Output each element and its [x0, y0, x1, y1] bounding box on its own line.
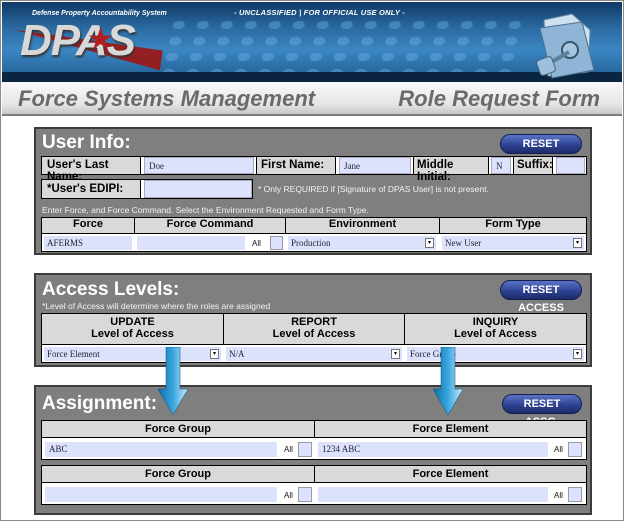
force-instructions: Enter Force, and Force Command. Select t…	[42, 205, 369, 215]
reset-info-button[interactable]: RESET INFO	[500, 134, 582, 168]
app-title: Force Systems Management	[18, 86, 316, 111]
star-icon: ★	[87, 23, 114, 56]
first-name-label-cell: First Name:	[256, 156, 336, 175]
force-element-all-label: All	[554, 491, 563, 500]
force-command-all-label: All	[252, 239, 261, 248]
force-element-header: Force Element	[314, 420, 587, 438]
last-name-field[interactable]: Doe	[144, 157, 254, 174]
dropdown-arrow-icon[interactable]: ▾	[425, 238, 434, 248]
force-element-field[interactable]	[318, 487, 548, 502]
force-element-header: Force Element	[314, 465, 587, 483]
form-title: Role Request Form	[398, 86, 600, 111]
system-name: Defense Property Accountability System	[32, 10, 167, 17]
first-name-field[interactable]: Jane	[339, 157, 411, 174]
force-command-all-checkbox[interactable]	[270, 236, 283, 250]
access-levels-note: *Level of Access will determine where th…	[42, 301, 271, 311]
report-header: REPORT Level of Access	[223, 313, 405, 345]
suffix-label: Suffix:	[517, 159, 553, 171]
force-group-all-label: All	[284, 445, 293, 454]
edipi-field[interactable]	[144, 180, 252, 198]
down-arrow-icon	[158, 347, 188, 416]
environment-select[interactable]: Production ▾	[288, 236, 436, 250]
middle-initial-label-cell: Middle Initial:	[413, 156, 489, 183]
suffix-label-cell: Suffix:	[513, 156, 553, 175]
inquiry-header: INQUIRY Level of Access	[404, 313, 587, 345]
reset-access-button[interactable]: RESET ACCESS	[500, 280, 582, 314]
force-group-header: Force Group	[41, 465, 315, 483]
force-group-header: Force Group	[41, 420, 315, 438]
dropdown-arrow-icon[interactable]: ▾	[573, 238, 582, 248]
classification-banner: - UNCLASSIFIED | FOR OFFICIAL USE ONLY -	[234, 8, 405, 17]
role-request-form-page: DPAS ★ Defense Property Accountability S…	[0, 0, 624, 521]
force-group-all-checkbox[interactable]	[298, 487, 312, 502]
force-element-field[interactable]: 1234 ABC	[318, 442, 548, 457]
access-levels-panel: Access Levels: *Level of Access will det…	[34, 273, 592, 367]
update-level-select[interactable]: Force Element ▾	[44, 347, 221, 361]
reset-assignment-button[interactable]: RESET ASSG.	[502, 394, 582, 428]
locked-folder-icon	[536, 13, 595, 79]
force-group-all-label: All	[284, 491, 293, 500]
force-command-field[interactable]	[137, 236, 245, 250]
dropdown-arrow-icon[interactable]: ▾	[391, 349, 400, 359]
assignment-panel: Assignment: RESET ASSG. Force Group Forc…	[34, 385, 592, 515]
middle-initial-field[interactable]: N	[491, 157, 511, 174]
title-bar: Force Systems Management Role Request Fo…	[2, 82, 622, 116]
force-group-field[interactable]: ABC	[45, 442, 277, 457]
suffix-field[interactable]	[556, 157, 585, 174]
force-group-field[interactable]	[45, 487, 277, 502]
force-command-header: Force Command	[134, 217, 286, 234]
environment-header: Environment	[285, 217, 440, 234]
dropdown-arrow-icon[interactable]: ▾	[573, 349, 582, 359]
access-levels-title: Access Levels:	[42, 279, 180, 300]
edipi-note: * Only REQUIRED if [Signature of DPAS Us…	[258, 184, 489, 194]
report-level-select[interactable]: N/A ▾	[226, 347, 402, 361]
middle-initial-label: Middle Initial:	[417, 159, 454, 183]
user-info-title: User Info:	[42, 132, 131, 153]
user-info-panel: User Info: RESET INFO User's Last Name: …	[34, 127, 592, 255]
last-name-label-cell: User's Last Name:	[41, 156, 141, 183]
assignment-title: Assignment:	[42, 393, 158, 414]
form-type-select[interactable]: New User ▾	[442, 236, 584, 250]
edipi-label-cell: *User's EDIPI:	[41, 179, 141, 199]
force-element-all-label: All	[554, 445, 563, 454]
header-banner: DPAS ★ Defense Property Accountability S…	[2, 2, 622, 82]
first-name-label: First Name:	[261, 159, 325, 171]
dpas-logo: DPAS	[20, 16, 136, 65]
edipi-label: *User's EDIPI:	[47, 183, 124, 195]
force-element-all-checkbox[interactable]	[568, 487, 582, 502]
update-header: UPDATE Level of Access	[41, 313, 224, 345]
force-field[interactable]: AFERMS	[44, 236, 132, 250]
dropdown-arrow-icon[interactable]: ▾	[210, 349, 219, 359]
force-element-all-checkbox[interactable]	[568, 442, 582, 457]
force-group-all-checkbox[interactable]	[298, 442, 312, 457]
force-header: Force	[41, 217, 135, 234]
form-type-header: Form Type	[439, 217, 587, 234]
down-arrow-icon	[433, 347, 463, 416]
